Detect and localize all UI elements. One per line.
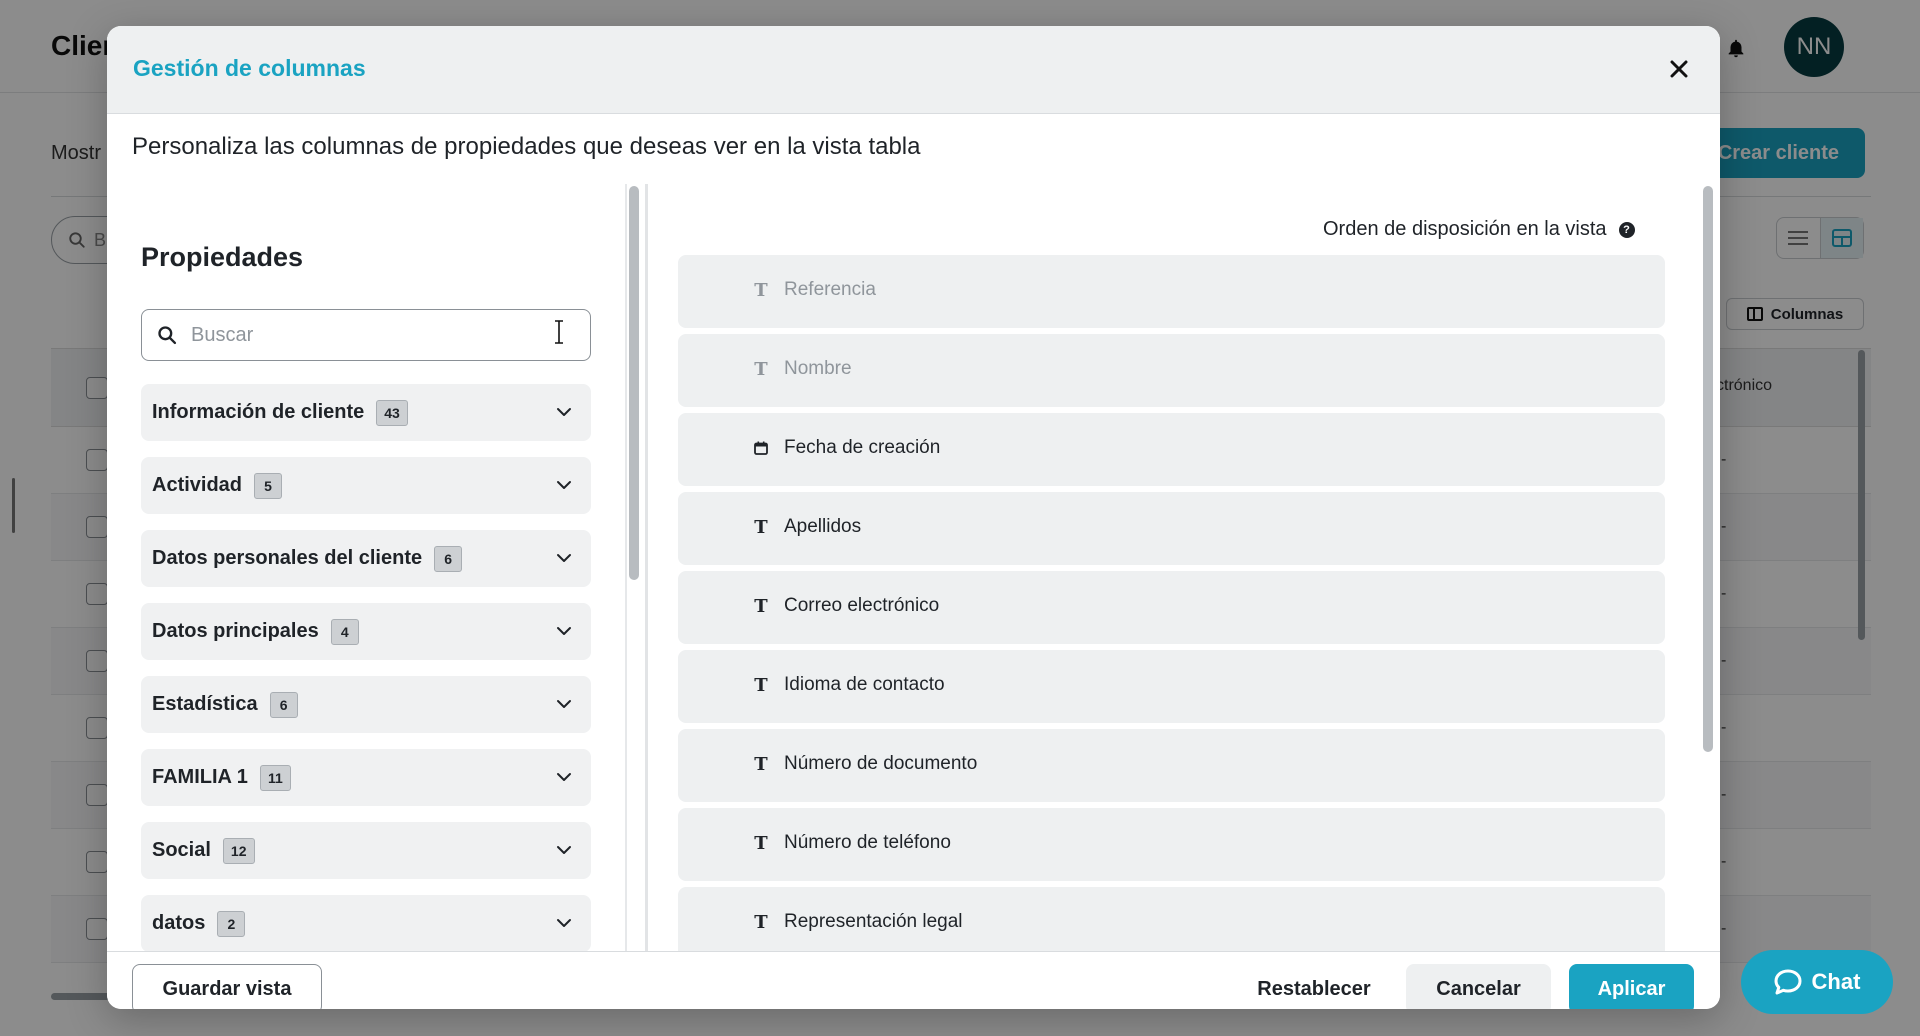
group-label: Estadística: [152, 693, 258, 715]
modal-footer: Guardar vista Restablecer Cancelar Aplic…: [107, 951, 1720, 1009]
text-type-icon: T: [754, 279, 768, 301]
group-count-badge: 2: [217, 910, 246, 937]
group-label: Datos principales: [152, 620, 319, 642]
chevron-down-icon: [557, 700, 571, 708]
group-label: Social: [152, 839, 211, 861]
column-management-modal: Gestión de columnas Personaliza las colu…: [107, 26, 1720, 1009]
chevron-down-icon: [557, 919, 571, 927]
column-item-apellidos[interactable]: T Apellidos: [678, 492, 1665, 565]
group-label: Datos personales del cliente: [152, 547, 423, 569]
group-count-badge: 4: [330, 618, 359, 645]
ordered-columns-list: T Referencia T Nombre Fecha de creación …: [678, 255, 1665, 951]
properties-title: Propiedades: [141, 242, 304, 272]
group-count-badge: 11: [259, 764, 291, 791]
close-button[interactable]: [1663, 53, 1695, 85]
pane-divider: [625, 184, 627, 951]
modal-title: Gestión de columnas: [133, 55, 366, 81]
column-order-scrollbar[interactable]: [1703, 186, 1713, 752]
chevron-down-icon: [557, 773, 571, 781]
column-order-pane: Orden de disposición en la vista ? T Ref…: [648, 184, 1720, 951]
text-type-icon: T: [754, 832, 768, 854]
text-type-icon: T: [754, 674, 768, 696]
properties-search[interactable]: [141, 309, 591, 361]
group-familia-1[interactable]: FAMILIA 1 11: [141, 749, 591, 806]
text-type-icon: T: [754, 753, 768, 775]
text-type-icon: T: [754, 516, 768, 538]
chat-bubble-icon: [1774, 969, 1802, 995]
cancel-button[interactable]: Cancelar: [1406, 964, 1551, 1009]
column-item-label: Referencia: [784, 279, 876, 300]
search-icon: [158, 326, 177, 345]
order-heading-label: Orden de disposición en la vista: [1323, 218, 1607, 240]
column-item-representacion-legal[interactable]: T Representación legal: [678, 887, 1665, 951]
group-informacion-de-cliente[interactable]: Información de cliente 43: [141, 384, 591, 441]
chevron-down-icon: [557, 627, 571, 635]
chat-label: Chat: [1811, 969, 1861, 994]
column-item-label: Fecha de creación: [784, 437, 941, 458]
column-item-label: Idioma de contacto: [784, 674, 945, 695]
properties-scrollbar[interactable]: [629, 186, 639, 580]
chevron-down-icon: [557, 481, 571, 489]
group-label: Información de cliente: [152, 401, 365, 423]
properties-search-input[interactable]: [191, 323, 521, 347]
column-item-label: Apellidos: [784, 516, 862, 537]
column-item-label: Número de documento: [784, 753, 978, 774]
chevron-down-icon: [557, 846, 571, 854]
reset-button[interactable]: Restablecer: [1224, 964, 1404, 1009]
properties-pane: Propiedades Información de cliente 43 Ac…: [107, 184, 625, 951]
modal-header: Gestión de columnas: [107, 26, 1720, 114]
group-count-badge: 43: [376, 399, 408, 426]
group-count-badge: 6: [269, 691, 298, 718]
group-actividad[interactable]: Actividad 5: [141, 457, 591, 514]
group-label: datos: [152, 912, 206, 934]
group-count-badge: 12: [222, 837, 255, 864]
column-item-referencia: T Referencia: [678, 255, 1665, 328]
group-datos[interactable]: datos 2: [141, 895, 591, 951]
group-estadistica[interactable]: Estadística 6: [141, 676, 591, 733]
save-view-button[interactable]: Guardar vista: [132, 964, 322, 1009]
apply-button[interactable]: Aplicar: [1569, 964, 1694, 1009]
column-item-numero-de-telefono[interactable]: T Número de teléfono: [678, 808, 1665, 881]
group-label: Actividad: [152, 474, 243, 496]
group-count-badge: 6: [434, 545, 463, 572]
column-item-label: Correo electrónico: [784, 595, 940, 616]
group-datos-principales[interactable]: Datos principales 4: [141, 603, 591, 660]
column-item-label: Número de teléfono: [784, 832, 951, 853]
column-item-fecha-de-creacion[interactable]: Fecha de creación: [678, 413, 1665, 486]
column-item-idioma-de-contacto[interactable]: T Idioma de contacto: [678, 650, 1665, 723]
group-datos-personales[interactable]: Datos personales del cliente 6: [141, 530, 591, 587]
text-type-icon: T: [754, 911, 768, 933]
text-type-icon: T: [754, 358, 768, 380]
order-heading: Orden de disposición en la vista ?: [1323, 218, 1635, 241]
text-type-icon: T: [754, 595, 768, 617]
group-social[interactable]: Social 12: [141, 822, 591, 879]
property-groups: Información de cliente 43 Actividad 5 Da…: [141, 384, 591, 951]
column-item-numero-de-documento[interactable]: T Número de documento: [678, 729, 1665, 802]
group-count-badge: 5: [254, 472, 283, 499]
text-cursor-icon: [555, 320, 563, 344]
modal-description: Personaliza las columnas de propiedades …: [132, 133, 921, 160]
column-item-nombre: T Nombre: [678, 334, 1665, 407]
chat-button[interactable]: Chat: [1741, 950, 1893, 1014]
help-icon[interactable]: ?: [1618, 221, 1635, 238]
chevron-down-icon: [557, 408, 571, 416]
column-item-correo-electronico[interactable]: T Correo electrónico: [678, 571, 1665, 644]
chevron-down-icon: [557, 554, 571, 562]
close-icon: [1670, 60, 1688, 78]
group-label: FAMILIA 1: [152, 766, 248, 788]
column-item-label: Representación legal: [784, 911, 963, 932]
calendar-icon: [750, 436, 772, 460]
column-item-label: Nombre: [784, 358, 852, 379]
